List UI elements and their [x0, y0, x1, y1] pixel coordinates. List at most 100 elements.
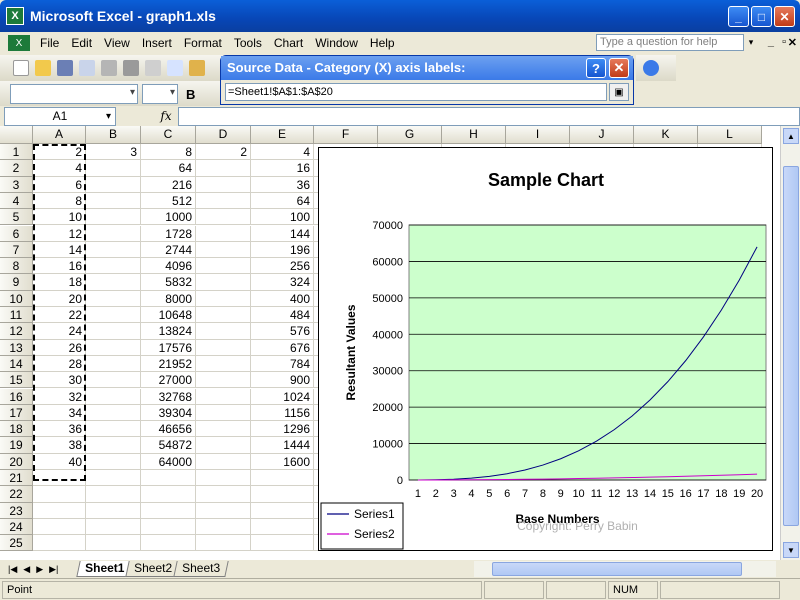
column-header-D[interactable]: D: [196, 126, 251, 144]
cell-E8[interactable]: 256: [251, 258, 314, 275]
cell-D17[interactable]: [196, 404, 251, 422]
cell-D14[interactable]: [196, 355, 251, 373]
cell-C6[interactable]: 1728: [141, 225, 196, 242]
cell-C23[interactable]: [141, 502, 196, 519]
row-header-21[interactable]: 21: [0, 470, 33, 487]
help-search-input[interactable]: Type a question for help: [596, 34, 744, 51]
dialog-help-button[interactable]: ?: [586, 58, 606, 78]
cell-C24[interactable]: [141, 518, 196, 536]
minimize-button[interactable]: _: [728, 6, 749, 27]
menu-tools[interactable]: Tools: [228, 36, 268, 50]
cell-D21[interactable]: [196, 470, 251, 487]
cell-A7[interactable]: 14: [33, 241, 86, 259]
cell-A15[interactable]: 30: [33, 372, 86, 389]
cell-D6[interactable]: [196, 225, 251, 242]
cell-B24[interactable]: [86, 518, 141, 536]
column-header-B[interactable]: B: [86, 126, 141, 144]
cell-D5[interactable]: [196, 209, 251, 226]
expand-dialog-icon[interactable]: ▣: [609, 83, 629, 101]
cell-B9[interactable]: [86, 274, 141, 291]
cell-E10[interactable]: 400: [251, 290, 314, 307]
row-header-16[interactable]: 16: [0, 388, 33, 405]
column-header-F[interactable]: F: [314, 126, 378, 144]
column-header-I[interactable]: I: [506, 126, 570, 144]
dialog-close-button[interactable]: ✕: [609, 58, 629, 78]
cell-B17[interactable]: [86, 404, 141, 422]
cell-A16[interactable]: 32: [33, 388, 86, 405]
menu-view[interactable]: View: [98, 36, 136, 50]
cell-C3[interactable]: 216: [141, 176, 196, 193]
cell-A5[interactable]: 10: [33, 209, 86, 226]
horizontal-scroll-thumb[interactable]: [492, 562, 742, 576]
cell-D1[interactable]: 2: [196, 144, 251, 161]
menu-chart[interactable]: Chart: [268, 36, 309, 50]
row-header-17[interactable]: 17: [0, 404, 33, 422]
cell-A6[interactable]: 12: [33, 225, 86, 242]
excel-app-icon[interactable]: X: [6, 7, 24, 25]
cell-E25[interactable]: [251, 535, 314, 552]
cell-E15[interactable]: 900: [251, 372, 314, 389]
workbook-icon[interactable]: X: [8, 35, 30, 51]
cell-C18[interactable]: 46656: [141, 421, 196, 438]
cell-C21[interactable]: [141, 470, 196, 487]
menu-file[interactable]: File: [34, 36, 65, 50]
row-header-11[interactable]: 11: [0, 307, 33, 324]
spelling-icon[interactable]: [167, 60, 183, 76]
select-all-corner[interactable]: [0, 126, 33, 144]
cell-E19[interactable]: 1444: [251, 437, 314, 454]
cell-B12[interactable]: [86, 323, 141, 340]
cell-A14[interactable]: 28: [33, 355, 86, 373]
menu-window[interactable]: Window: [309, 36, 364, 50]
cell-C14[interactable]: 21952: [141, 355, 196, 373]
cell-E1[interactable]: 4: [251, 144, 314, 161]
embedded-chart[interactable]: Sample Chart 0 10000 20000 30000 40000 50000 60…: [318, 147, 773, 551]
cell-A24[interactable]: [33, 518, 86, 536]
row-header-5[interactable]: 5: [0, 209, 33, 226]
permission-icon[interactable]: [79, 60, 95, 76]
menu-edit[interactable]: Edit: [65, 36, 98, 50]
cell-D23[interactable]: [196, 502, 251, 519]
cell-E18[interactable]: 1296: [251, 421, 314, 438]
cell-E2[interactable]: 16: [251, 160, 314, 177]
cell-B3[interactable]: [86, 176, 141, 193]
column-header-L[interactable]: L: [698, 126, 762, 144]
cell-C11[interactable]: 10648: [141, 307, 196, 324]
cell-B5[interactable]: [86, 209, 141, 226]
cell-C15[interactable]: 27000: [141, 372, 196, 389]
row-header-18[interactable]: 18: [0, 421, 33, 438]
cell-C5[interactable]: 1000: [141, 209, 196, 226]
cell-C16[interactable]: 32768: [141, 388, 196, 405]
cell-C2[interactable]: 64: [141, 160, 196, 177]
doc-restore-icon[interactable]: ▫: [782, 36, 786, 48]
cell-E16[interactable]: 1024: [251, 388, 314, 405]
cell-A21[interactable]: [33, 470, 86, 487]
cell-B10[interactable]: [86, 290, 141, 307]
font-name-select[interactable]: [10, 84, 138, 104]
cell-D2[interactable]: [196, 160, 251, 177]
column-header-G[interactable]: G: [378, 126, 442, 144]
row-header-14[interactable]: 14: [0, 355, 33, 373]
vertical-scrollbar[interactable]: ▲ ▼: [780, 126, 800, 560]
cell-B18[interactable]: [86, 421, 141, 438]
cell-D15[interactable]: [196, 372, 251, 389]
cell-A22[interactable]: [33, 486, 86, 503]
cell-E22[interactable]: [251, 486, 314, 503]
cell-D4[interactable]: [196, 192, 251, 210]
help-icon[interactable]: [643, 60, 659, 76]
row-header-10[interactable]: 10: [0, 290, 33, 307]
prev-sheet-icon[interactable]: ◀: [23, 564, 30, 575]
menu-insert[interactable]: Insert: [136, 36, 178, 50]
cell-C22[interactable]: [141, 486, 196, 503]
cell-A2[interactable]: 4: [33, 160, 86, 177]
cell-A18[interactable]: 36: [33, 421, 86, 438]
cell-E23[interactable]: [251, 502, 314, 519]
maximize-button[interactable]: □: [751, 6, 772, 27]
menu-format[interactable]: Format: [178, 36, 228, 50]
cell-B22[interactable]: [86, 486, 141, 503]
row-header-4[interactable]: 4: [0, 192, 33, 210]
row-header-1[interactable]: 1: [0, 144, 33, 161]
cell-E6[interactable]: 144: [251, 225, 314, 242]
row-header-7[interactable]: 7: [0, 241, 33, 259]
cell-B20[interactable]: [86, 453, 141, 470]
column-header-H[interactable]: H: [442, 126, 506, 144]
